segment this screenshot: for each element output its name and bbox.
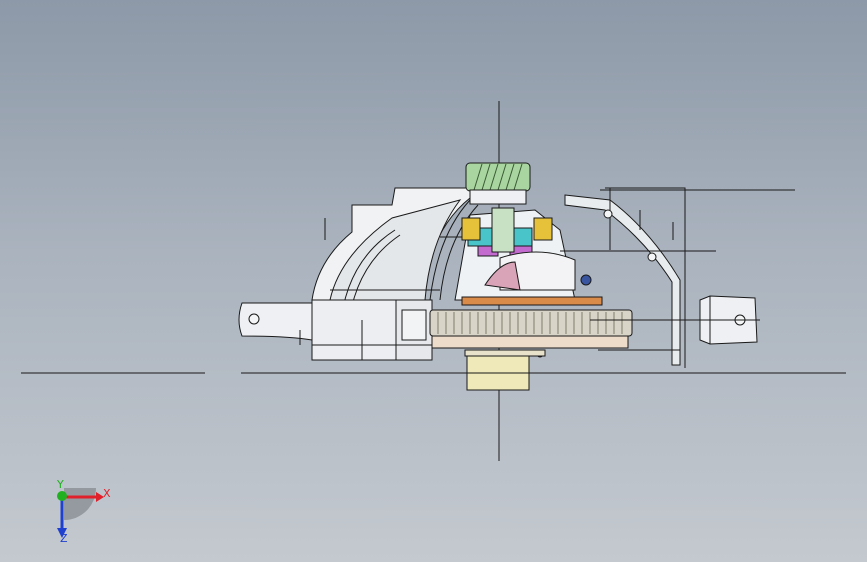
ring-gear — [429, 309, 633, 337]
left-mount-hole — [248, 313, 260, 325]
z-axis-label: Z — [60, 532, 68, 545]
x-axis-label: X — [103, 487, 111, 500]
assembly-model[interactable] — [238, 162, 795, 391]
drive-plate — [461, 296, 603, 306]
cad-viewport[interactable]: X Y Z — [0, 0, 867, 562]
orientation-triad[interactable]: X Y Z — [56, 478, 111, 545]
triad-sphere — [64, 488, 96, 520]
top-helical-gear — [465, 162, 531, 192]
reference-lines — [21, 101, 846, 461]
y-axis-label: Y — [56, 478, 64, 491]
y-axis-point — [57, 491, 67, 501]
